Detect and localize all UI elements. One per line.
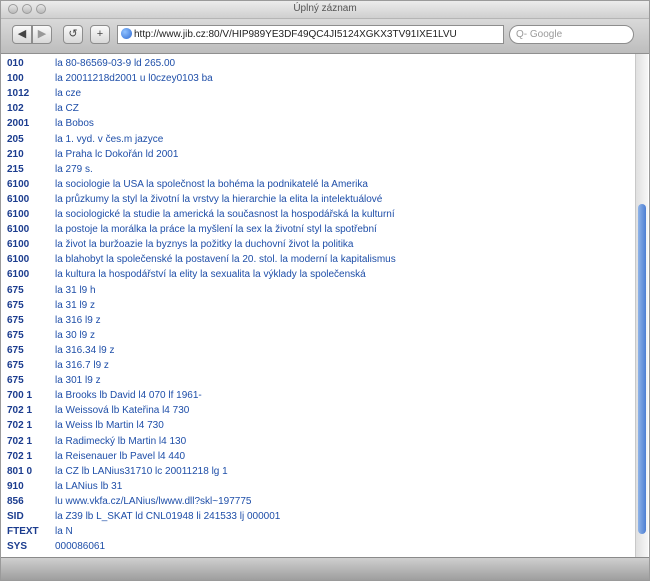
field-tag: 675 (7, 314, 24, 326)
field-tag: 215 (7, 163, 24, 175)
field-value: la 301 l9 z (55, 375, 101, 387)
field-tag: 6100 (7, 178, 30, 190)
back-button[interactable]: ◀ (12, 25, 32, 44)
reload-button[interactable]: ↺ (63, 25, 83, 44)
field-tag: 6100 (7, 254, 30, 266)
field-tag: 675 (7, 375, 24, 387)
field-value: lu www.vkfa.cz/LANius/lwww.dll?skl~19777… (55, 495, 252, 507)
field-value: la 31 l9 h (55, 284, 96, 296)
field-value: la Weiss lb Martin l4 730 (55, 420, 164, 432)
field-tag: SID (7, 511, 24, 522)
field-tag: 102 (7, 103, 24, 115)
add-bookmark-button[interactable]: + (90, 25, 110, 44)
field-value: la LANius lb 31 (55, 480, 123, 492)
toolbar: ◀ ▶ ↺ + http://www.jib.cz:80/V/HIP989YE3… (1, 19, 649, 54)
address-text: http://www.jib.cz:80/V/HIP989YE3DF49QC4J… (134, 29, 457, 40)
field-value: la 80-86569-03-9 ld 265.00 (55, 58, 176, 69)
field-tag: 702 1 (7, 435, 33, 447)
field-tag: 2001 (7, 118, 30, 130)
status-bar (1, 557, 649, 580)
field-tag: 100 (7, 73, 24, 85)
field-tag: 675 (7, 344, 24, 356)
field-tag: 675 (7, 360, 24, 371)
field-value: la Radimecký lb Martin l4 130 (55, 435, 187, 447)
field-tag: 700 1 (7, 390, 33, 402)
record-content: 010 la 80-86569-03-9 ld 265.00 100 la 20011… (7, 57, 635, 557)
field-value: la 316.34 l9 z (55, 344, 115, 356)
field-value: la CZ (55, 103, 79, 115)
title-bar: Úplný záznam (1, 1, 649, 19)
field-value: la N (55, 526, 73, 538)
field-value: la život la buržoazie la byznys la požit… (55, 239, 354, 251)
field-tag: 205 (7, 133, 24, 145)
field-tag: 6100 (7, 193, 30, 205)
field-value: la 279 s. (55, 163, 93, 175)
field-tag: 675 (7, 299, 24, 311)
field-tag: 801 0 (7, 465, 33, 477)
field-tag: 010 (7, 58, 24, 69)
field-tag: 702 1 (7, 405, 33, 417)
field-value: la Praha lc Dokořán ld 2001 (55, 148, 179, 160)
field-tag: 702 1 (7, 420, 33, 432)
field-tag: 1012 (7, 88, 30, 100)
browser-window: Úplný záznam ◀ ▶ ↺ + http://www.jib.cz:8… (0, 0, 650, 581)
field-tag: 6100 (7, 224, 30, 236)
field-tag: 910 (7, 480, 24, 492)
field-value: la CZ lb LANius31710 lc 20011218 lg 1 (55, 465, 228, 477)
field-value: la sociologické la studie la americká la… (55, 209, 395, 220)
field-tag: FTEXT (7, 526, 39, 538)
field-value: la postoje la morálka la práce la myšlen… (55, 224, 377, 236)
field-tag: 856 (7, 495, 24, 507)
search-field[interactable]: Q- Google (509, 25, 634, 44)
field-value: la cze (55, 88, 82, 100)
field-value: la Brooks lb David l4 070 lf 1961- (55, 390, 202, 402)
field-value: la 31 l9 z (55, 299, 96, 311)
vertical-scrollbar[interactable] (635, 54, 648, 560)
field-value: la kultura la hospodářství la elity la s… (55, 269, 366, 281)
field-tag: 6100 (7, 209, 30, 220)
field-value: la průzkumy la styl la životní la vrstvy… (55, 193, 383, 205)
field-value: la Bobos (55, 118, 94, 130)
field-value: la 20011218d2001 u l0czey0103 ba (55, 73, 213, 85)
field-value: la 30 l9 z (55, 329, 96, 341)
field-value: la 316 l9 z (55, 314, 101, 326)
field-value: la Z39 lb L_SKAT ld CNL01948 li 241533 l… (55, 511, 281, 522)
field-tag: 675 (7, 329, 24, 341)
scrollbar-thumb[interactable] (638, 204, 646, 534)
field-value: la 316.7 l9 z (55, 360, 109, 371)
field-value: la blahobyt la společenské la postavení … (55, 254, 396, 266)
globe-icon (121, 28, 132, 39)
field-value: 000086061 (55, 541, 106, 553)
field-tag: 675 (7, 284, 24, 296)
field-value: la Weissová lb Kateřina l4 730 (55, 405, 190, 417)
field-value: la sociologie la USA la společnost la bo… (55, 178, 368, 190)
field-tag: 6100 (7, 269, 30, 281)
forward-button[interactable]: ▶ (32, 25, 52, 44)
address-bar[interactable]: http://www.jib.cz:80/V/HIP989YE3DF49QC4J… (117, 25, 504, 44)
window-title: Úplný záznam (293, 3, 357, 14)
field-value: la Reisenauer lb Pavel l4 440 (55, 450, 186, 462)
field-tag: SYS (7, 541, 28, 553)
field-tag: 210 (7, 148, 24, 160)
field-value: la 1. vyd. v čes.m jazyce (55, 133, 164, 145)
field-tag: 6100 (7, 239, 30, 251)
field-tag: 702 1 (7, 450, 33, 462)
